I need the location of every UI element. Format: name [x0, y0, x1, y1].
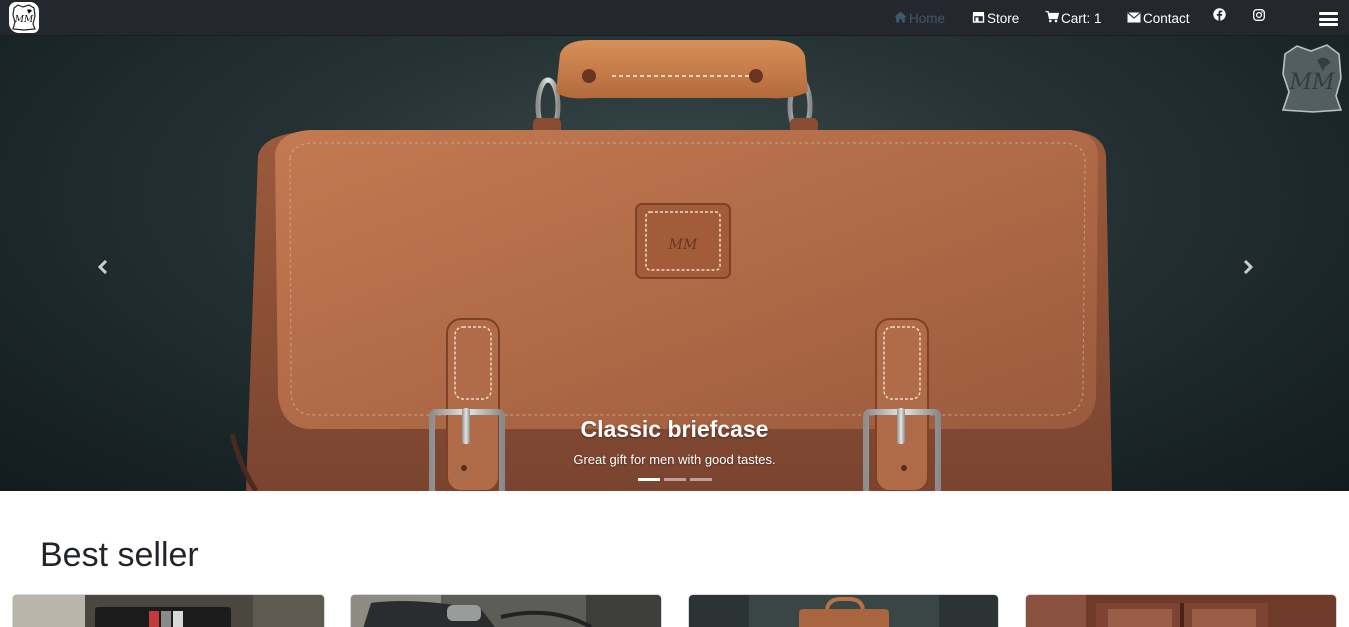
chevron-left-icon [97, 259, 108, 279]
hero-carousel: MM MM Classic briefcase Great gift for m… [0, 36, 1349, 491]
nav-contact-label: Contact [1143, 10, 1190, 26]
product-wallet-image [13, 595, 324, 627]
carousel-indicator-1[interactable] [638, 478, 660, 481]
svg-text:MM: MM [1288, 70, 1335, 95]
carousel-next-button[interactable] [1240, 259, 1256, 279]
carousel-prev-button[interactable] [94, 259, 110, 279]
facebook-icon [1213, 8, 1226, 24]
nav-store-label: Store [987, 10, 1020, 26]
best-seller-heading: Best seller [40, 536, 199, 574]
carousel-indicators [638, 478, 712, 482]
nav-contact-link[interactable]: Contact [1127, 9, 1190, 27]
brand-logo-icon: MM [12, 4, 36, 31]
product-briefcase-image [689, 595, 998, 627]
product-bag-image [351, 595, 661, 627]
watermark-logo-icon: MM [1281, 44, 1343, 113]
nav-cart-link[interactable]: Cart: 1 [1045, 9, 1102, 27]
carousel-indicator-3[interactable] [690, 478, 712, 481]
chevron-right-icon [1243, 259, 1254, 279]
store-icon [972, 11, 985, 26]
carousel-indicator-2[interactable] [664, 478, 686, 481]
nav-home-link[interactable]: Home [894, 9, 945, 27]
top-navbar: MM Home Store Cart: 1 Contact [0, 0, 1349, 36]
svg-text:MM: MM [668, 237, 698, 253]
product-folio-image [1026, 595, 1336, 627]
envelope-icon [1127, 11, 1141, 26]
brand-logo[interactable]: MM [9, 2, 39, 33]
hamburger-menu-button[interactable] [1319, 12, 1338, 26]
hamburger-bar [1319, 12, 1338, 15]
instagram-link[interactable] [1253, 7, 1265, 25]
product-card[interactable] [688, 594, 999, 627]
nav-cart-label: Cart: 1 [1061, 10, 1102, 26]
hamburger-bar [1319, 23, 1338, 26]
product-card[interactable] [350, 594, 662, 627]
slide-caption-title: Classic briefcase [580, 416, 769, 442]
instagram-icon [1253, 8, 1265, 24]
svg-text:MM: MM [14, 15, 34, 25]
nav-home-label: Home [909, 10, 946, 26]
product-card[interactable] [1025, 594, 1337, 627]
home-icon [894, 11, 907, 26]
facebook-link[interactable] [1213, 7, 1226, 25]
nav-store-link[interactable]: Store [972, 9, 1019, 27]
cart-icon [1045, 10, 1060, 26]
product-card[interactable] [12, 594, 325, 627]
hamburger-bar [1319, 17, 1338, 21]
slide-caption-subtitle: Great gift for men with good tastes. [573, 452, 776, 467]
